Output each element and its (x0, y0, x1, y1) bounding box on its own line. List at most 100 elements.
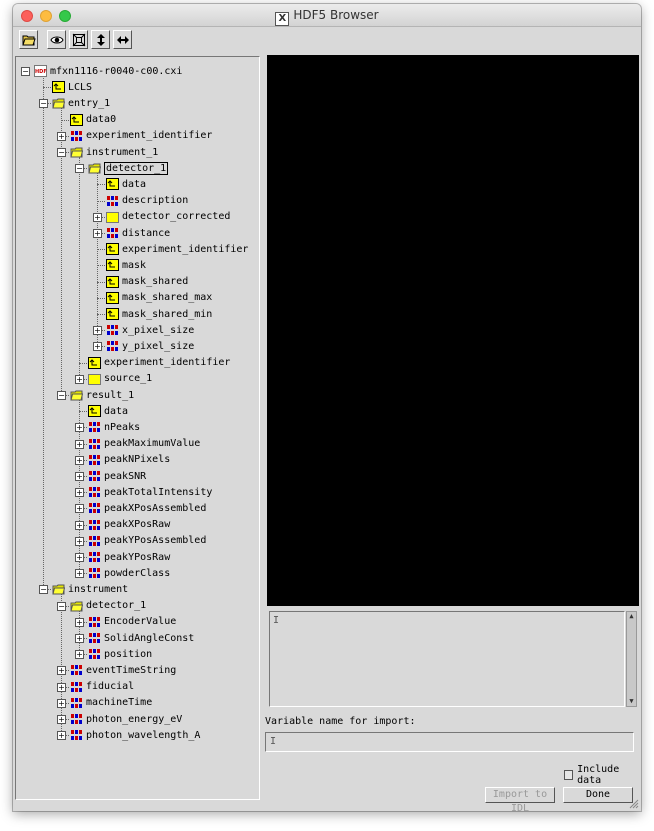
tree-node[interactable]: mask_shared_min (106, 306, 212, 322)
tree-node[interactable]: distance (106, 225, 170, 241)
scroll-up-arrow-icon[interactable]: ▲ (627, 612, 636, 621)
expand-icon[interactable]: + (93, 342, 102, 352)
expand-icon[interactable]: + (57, 715, 66, 724)
info-scrollbar[interactable]: ▲ ▼ (626, 611, 637, 707)
expand-icon[interactable]: + (75, 374, 84, 384)
tree-node[interactable]: detector_1 (88, 160, 169, 176)
tree-node-label: data (122, 178, 147, 190)
tree-node[interactable]: result_1 (70, 387, 134, 403)
tree-node-label: peakNPixels (104, 454, 171, 466)
tree-node-label: peakMaximumValue (104, 438, 201, 450)
resize-grip-icon[interactable] (629, 799, 639, 809)
collapse-icon[interactable]: − (39, 99, 48, 109)
expand-icon[interactable]: + (75, 504, 84, 514)
tree-node[interactable]: description (106, 193, 188, 209)
tree-node-label: detector_corrected (122, 211, 231, 223)
expand-icon[interactable]: + (75, 488, 84, 498)
tree-node[interactable]: detector_corrected (106, 209, 230, 225)
expand-icon[interactable]: + (57, 731, 66, 741)
tree-node[interactable]: x_pixel_size (106, 322, 194, 338)
tree-node[interactable]: fiducial (70, 679, 134, 695)
expand-icon[interactable]: + (93, 212, 102, 222)
tree-node[interactable]: eventTimeString (70, 662, 176, 678)
collapse-icon[interactable]: − (57, 148, 66, 157)
expand-icon[interactable]: + (93, 229, 102, 238)
tree-node[interactable]: EncoderValue (88, 614, 176, 630)
import-to-idl-button[interactable]: Import to IDL (485, 787, 555, 811)
tree-connector-line (97, 281, 105, 283)
expand-icon[interactable]: + (75, 553, 84, 562)
move-vertical-button[interactable] (91, 30, 110, 49)
expand-icon[interactable]: + (75, 472, 84, 481)
move-horizontal-button[interactable] (113, 30, 132, 49)
tree-node[interactable]: peakTotalIntensity (88, 484, 212, 500)
svg-text:HDF: HDF (35, 69, 47, 75)
collapse-icon[interactable]: − (21, 67, 30, 76)
expand-icon[interactable]: + (75, 650, 84, 660)
collapse-icon[interactable]: − (57, 601, 66, 611)
tree-node[interactable]: photon_wavelength_A (70, 727, 200, 743)
tree-node[interactable]: HDF mfxn1116-r0040-c00.cxi (34, 63, 182, 79)
tree-node[interactable]: instrument (52, 581, 128, 597)
tree-node[interactable]: position (88, 646, 152, 662)
tree-node[interactable]: mask_shared_max (106, 290, 212, 306)
tree-node[interactable]: detector_1 (70, 598, 146, 614)
variable-name-field[interactable]: I (265, 732, 634, 752)
tree-node[interactable]: experiment_identifier (106, 241, 248, 257)
expand-icon[interactable]: + (75, 634, 84, 643)
tree-node[interactable]: experiment_identifier (70, 128, 212, 144)
tree-node[interactable]: data (88, 403, 128, 419)
expand-icon[interactable]: + (75, 455, 84, 465)
view-button[interactable] (47, 30, 66, 49)
tree-node[interactable]: mask (106, 257, 146, 273)
tree-node[interactable]: machineTime (70, 695, 152, 711)
tree-node[interactable]: peakXPosAssembled (88, 500, 206, 516)
expand-icon[interactable]: + (75, 520, 84, 530)
eye-icon (49, 36, 64, 43)
tree-node[interactable]: photon_energy_eV (70, 711, 182, 727)
hdf5-tree-panel[interactable]: − HDF mfxn1116-r0040-c00.cxi LCLS − entry_1 da… (15, 56, 260, 800)
tree-node[interactable]: peakYPosAssembled (88, 533, 206, 549)
tree-node-label: y_pixel_size (122, 340, 195, 352)
tree-node[interactable]: nPeaks (88, 419, 140, 435)
expand-icon[interactable]: + (57, 666, 66, 676)
tree-node[interactable]: experiment_identifier (88, 355, 230, 371)
fit-view-button[interactable] (69, 30, 88, 49)
done-button[interactable]: Done (563, 787, 633, 803)
tree-node[interactable]: source_1 (88, 371, 152, 387)
collapse-icon[interactable]: − (39, 585, 48, 595)
expand-icon[interactable]: + (75, 439, 84, 449)
expand-icon[interactable]: + (75, 617, 84, 627)
expand-icon[interactable]: + (57, 682, 66, 692)
open-file-button[interactable] (19, 30, 38, 49)
tree-node[interactable]: peakMaximumValue (88, 436, 200, 452)
expand-icon[interactable]: + (75, 536, 84, 546)
tree-node[interactable]: powderClass (88, 565, 170, 581)
expand-icon[interactable]: + (93, 326, 102, 336)
tree-node[interactable]: entry_1 (52, 95, 110, 111)
tree-node[interactable]: LCLS (52, 79, 92, 95)
expand-icon[interactable]: + (57, 698, 66, 708)
collapse-icon[interactable]: − (57, 391, 66, 400)
include-data-option[interactable]: Include data (564, 764, 641, 786)
include-data-checkbox[interactable] (564, 770, 574, 780)
tree-node[interactable]: SolidAngleConst (88, 630, 194, 646)
title-bar[interactable]: X HDF5 Browser (13, 4, 641, 27)
expand-icon[interactable]: + (57, 131, 66, 141)
tree-node[interactable]: peakXPosRaw (88, 517, 170, 533)
dataset-icon (70, 113, 83, 126)
tree-node[interactable]: peakYPosRaw (88, 549, 170, 565)
tree-node[interactable]: peakNPixels (88, 452, 170, 468)
scroll-down-arrow-icon[interactable]: ▼ (627, 697, 636, 706)
expand-icon[interactable]: + (75, 423, 84, 433)
tree-node[interactable]: data (106, 176, 146, 192)
tree-node[interactable]: mask_shared (106, 274, 188, 290)
hdf5-tree[interactable]: − HDF mfxn1116-r0040-c00.cxi LCLS − entry_1 da… (16, 57, 259, 799)
expand-icon[interactable]: + (75, 569, 84, 579)
collapse-icon[interactable]: − (75, 164, 84, 174)
tree-node[interactable]: y_pixel_size (106, 338, 194, 354)
tree-node[interactable]: data0 (70, 112, 116, 128)
tree-node[interactable]: instrument_1 (70, 144, 158, 160)
tree-node[interactable]: peakSNR (88, 468, 146, 484)
info-text-area[interactable]: I (269, 611, 625, 707)
